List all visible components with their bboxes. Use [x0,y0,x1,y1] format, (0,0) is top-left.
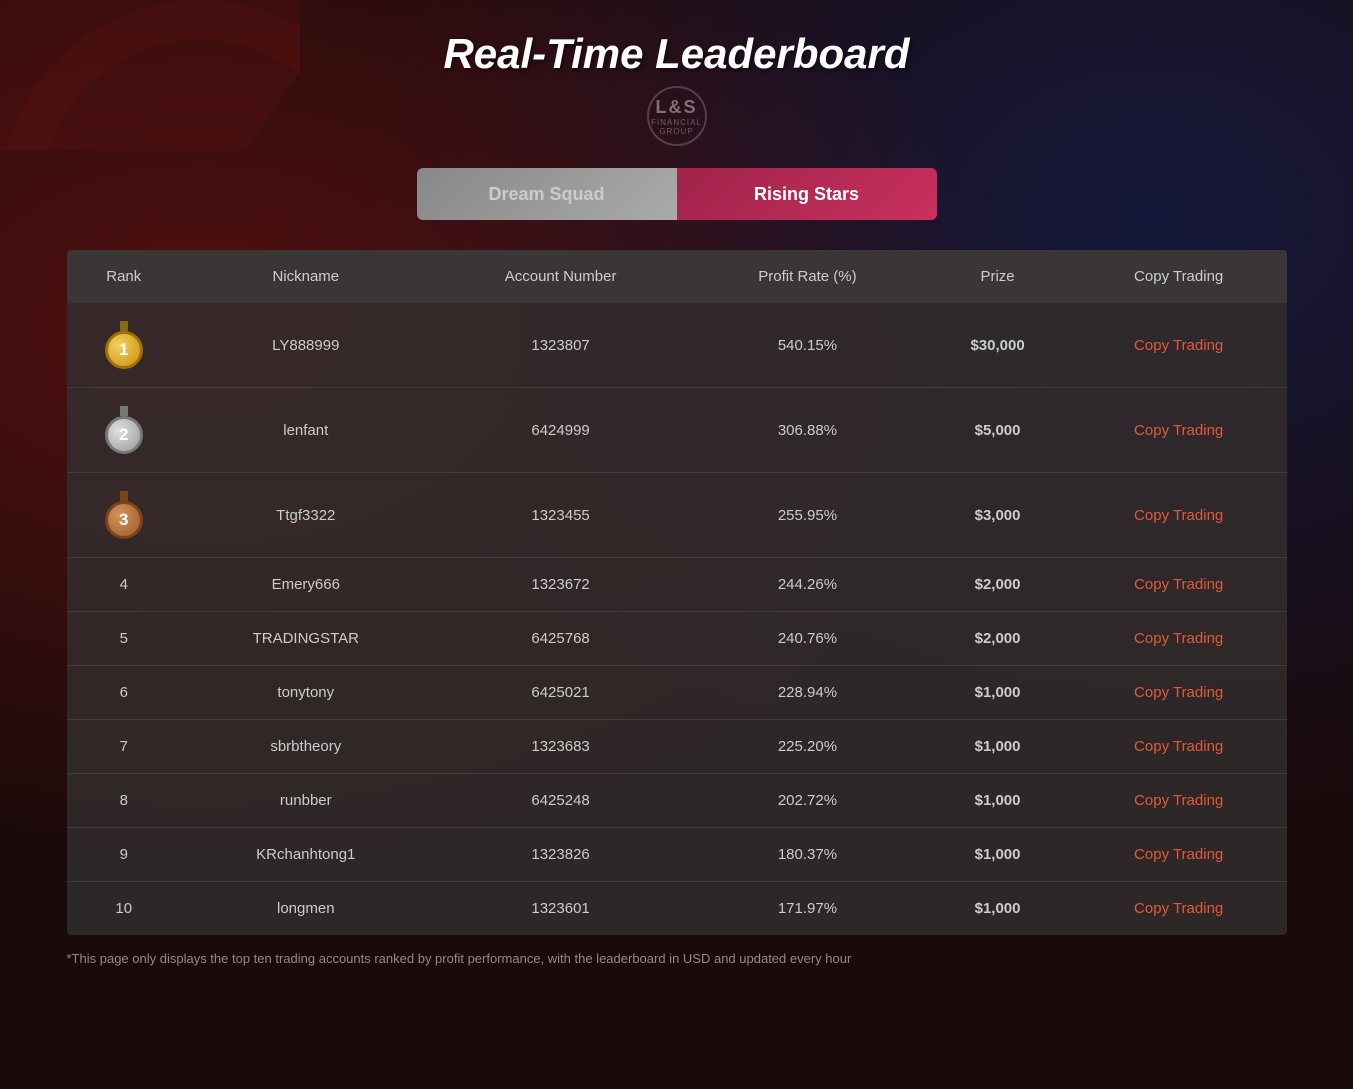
copy-trading-link[interactable]: Copy Trading [1134,684,1223,701]
prize-cell: $1,000 [924,828,1071,882]
copy-trading-link[interactable]: Copy Trading [1134,792,1223,809]
account-cell: 1323455 [431,473,691,558]
tab-rising-stars[interactable]: Rising Stars [677,168,937,220]
nickname-cell: Ttgf3322 [181,473,431,558]
prize-cell: $3,000 [924,473,1071,558]
table-row: 5TRADINGSTAR6425768240.76%$2,000 Copy Tra… [67,612,1287,666]
copy-trading-link[interactable]: Copy Trading [1134,900,1223,917]
tab-bar: Dream Squad Rising Stars [67,168,1287,220]
copy-trading-cell[interactable]: Copy Trading [1071,774,1287,828]
table-row: 10longmen1323601171.97%$1,000 Copy Tradin… [67,882,1287,936]
table-row: 6tonytony6425021228.94%$1,000 Copy Tradin… [67,666,1287,720]
nickname-cell: tonytony [181,666,431,720]
account-cell: 6425021 [431,666,691,720]
leaderboard-table-wrapper: Rank Nickname Account Number Profit Rate… [67,250,1287,935]
logo-text-sub: FINANCIAL GROUP [649,118,705,136]
logo-text-main: L&S [656,97,698,118]
rank-cell: 7 [67,720,182,774]
col-copy: Copy Trading [1071,250,1287,303]
leaderboard-table: Rank Nickname Account Number Profit Rate… [67,250,1287,935]
account-cell: 6425248 [431,774,691,828]
page-title: Real-Time Leaderboard [67,30,1287,78]
copy-trading-link[interactable]: Copy Trading [1134,507,1223,524]
copy-trading-cell[interactable]: Copy Trading [1071,558,1287,612]
rank-cell: 5 [67,612,182,666]
profit-cell: 255.95% [691,473,925,558]
rank-cell: 3 [67,473,182,558]
col-account: Account Number [431,250,691,303]
copy-trading-link[interactable]: Copy Trading [1134,846,1223,863]
table-row: 4Emery6661323672244.26%$2,000 Copy Tradin… [67,558,1287,612]
nickname-cell: TRADINGSTAR [181,612,431,666]
prize-cell: $1,000 [924,666,1071,720]
rank-cell: 1 [67,303,182,388]
copy-trading-cell[interactable]: Copy Trading [1071,612,1287,666]
main-container: Real-Time Leaderboard L&S FINANCIAL GROU… [67,0,1287,1006]
rank-cell: 8 [67,774,182,828]
rank-cell: 4 [67,558,182,612]
prize-cell: $5,000 [924,388,1071,473]
table-header-row: Rank Nickname Account Number Profit Rate… [67,250,1287,303]
footer-note: *This page only displays the top ten tra… [67,951,1287,966]
col-profit: Profit Rate (%) [691,250,925,303]
table-row: 7sbrbtheory1323683225.20%$1,000 Copy Trad… [67,720,1287,774]
copy-trading-cell[interactable]: Copy Trading [1071,303,1287,388]
profit-cell: 540.15% [691,303,925,388]
nickname-cell: longmen [181,882,431,936]
prize-cell: $2,000 [924,612,1071,666]
profit-cell: 180.37% [691,828,925,882]
account-cell: 1323601 [431,882,691,936]
rank-cell: 6 [67,666,182,720]
copy-trading-cell[interactable]: Copy Trading [1071,473,1287,558]
profit-cell: 202.72% [691,774,925,828]
profit-cell: 171.97% [691,882,925,936]
profit-cell: 225.20% [691,720,925,774]
rank-cell: 9 [67,828,182,882]
col-prize: Prize [924,250,1071,303]
account-cell: 1323807 [431,303,691,388]
profit-cell: 306.88% [691,388,925,473]
rank-cell: 10 [67,882,182,936]
logo-circle: L&S FINANCIAL GROUP [647,86,707,146]
copy-trading-cell[interactable]: Copy Trading [1071,388,1287,473]
copy-trading-cell[interactable]: Copy Trading [1071,882,1287,936]
copy-trading-cell[interactable]: Copy Trading [1071,666,1287,720]
table-row: 8runbber6425248202.72%$1,000 Copy Trading [67,774,1287,828]
prize-cell: $30,000 [924,303,1071,388]
table-row: 2lenfant6424999306.88%$5,000 Copy Trading [67,388,1287,473]
table-row: 1LY8889991323807540.15%$30,000 Copy Tradi… [67,303,1287,388]
copy-trading-link[interactable]: Copy Trading [1134,422,1223,439]
copy-trading-cell[interactable]: Copy Trading [1071,720,1287,774]
copy-trading-link[interactable]: Copy Trading [1134,630,1223,647]
profit-cell: 228.94% [691,666,925,720]
prize-cell: $1,000 [924,720,1071,774]
account-cell: 6425768 [431,612,691,666]
nickname-cell: KRchanhtong1 [181,828,431,882]
account-cell: 6424999 [431,388,691,473]
nickname-cell: runbber [181,774,431,828]
col-nickname: Nickname [181,250,431,303]
account-cell: 1323826 [431,828,691,882]
copy-trading-link[interactable]: Copy Trading [1134,576,1223,593]
nickname-cell: sbrbtheory [181,720,431,774]
copy-trading-cell[interactable]: Copy Trading [1071,828,1287,882]
nickname-cell: Emery666 [181,558,431,612]
tab-dream-squad[interactable]: Dream Squad [417,168,677,220]
nickname-cell: lenfant [181,388,431,473]
profit-cell: 240.76% [691,612,925,666]
account-cell: 1323672 [431,558,691,612]
prize-cell: $1,000 [924,774,1071,828]
copy-trading-link[interactable]: Copy Trading [1134,738,1223,755]
table-row: 9KRchanhtong11323826180.37%$1,000 Copy Tr… [67,828,1287,882]
col-rank: Rank [67,250,182,303]
profit-cell: 244.26% [691,558,925,612]
account-cell: 1323683 [431,720,691,774]
prize-cell: $1,000 [924,882,1071,936]
prize-cell: $2,000 [924,558,1071,612]
copy-trading-link[interactable]: Copy Trading [1134,337,1223,354]
table-row: 3Ttgf33221323455255.95%$3,000 Copy Tradin… [67,473,1287,558]
rank-cell: 2 [67,388,182,473]
logo-area: L&S FINANCIAL GROUP [67,86,1287,150]
nickname-cell: LY888999 [181,303,431,388]
